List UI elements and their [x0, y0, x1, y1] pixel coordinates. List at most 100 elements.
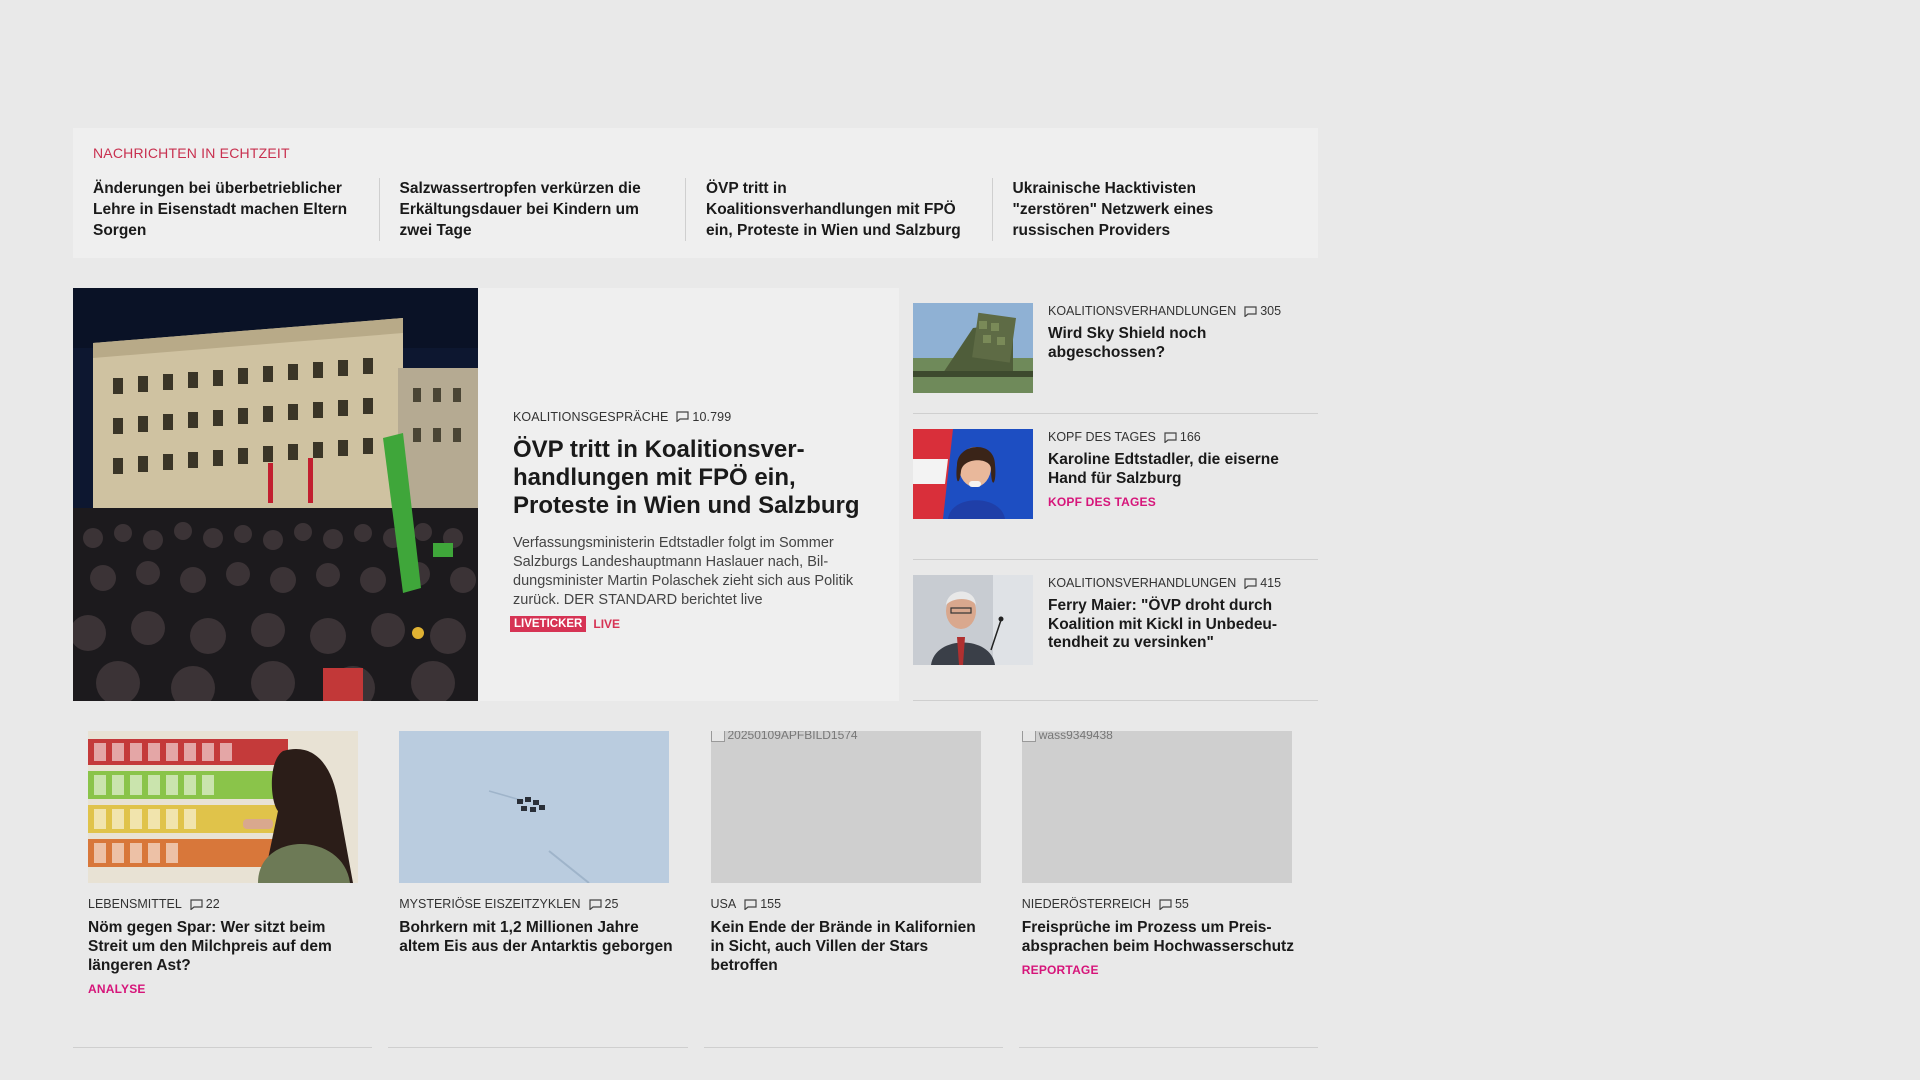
side-kicker-label: KOALITIONSVERHANDLUNGEN [1048, 304, 1237, 318]
edtstadler-photo [913, 429, 1033, 519]
divider [1018, 1047, 1318, 1048]
side-kicker-label: KOPF DES TAGES [1048, 430, 1156, 444]
comment-count[interactable]: 166 [1164, 430, 1201, 444]
card-kicker: LEBENSMITTEL 22 [88, 897, 369, 911]
rubric-label: KOPF DES TAGES [1048, 495, 1156, 509]
lead-tags: LIVETICKER LIVE [510, 615, 865, 632]
maier-photo [913, 575, 1033, 665]
broken-image-alt: 20250109APFBILD1574 [710, 731, 858, 742]
lead-body: KOALITIONSGESPRÄCHE 10.799 ÖVP tritt in … [478, 288, 899, 701]
side-article-title[interactable]: Karoline Edtstadler, die eiserne Hand fü… [1048, 451, 1318, 488]
article-card[interactable]: MYSTERIÖSE EISZEITZYKLEN 25 Bohrkern mit… [384, 731, 695, 996]
side-article-image[interactable] [913, 429, 1033, 519]
card-kicker-label: MYSTERIÖSE EISZEITZYKLEN [399, 897, 581, 911]
side-article-list: KOALITIONSVERHANDLUNGEN 305 Wird Sky Shi… [913, 288, 1318, 701]
comment-count-value: 166 [1179, 430, 1201, 444]
card-title[interactable]: Nöm gegen Spar: Wer sitzt beim Streit um… [88, 918, 369, 975]
card-kicker-label: NIEDERÖSTERREICH [1021, 897, 1151, 911]
side-article-title[interactable]: Wird Sky Shield noch abgeschossen? [1048, 325, 1318, 362]
side-kicker-label: KOALITIONSVERHANDLUNGEN [1048, 576, 1237, 590]
comment-icon [1159, 898, 1172, 910]
comment-count-value: 155 [760, 897, 782, 911]
side-article[interactable]: KOALITIONSVERHANDLUNGEN 305 Wird Sky Shi… [913, 288, 1318, 414]
side-kicker: KOALITIONSVERHANDLUNGEN 305 [1048, 304, 1318, 318]
comment-count-value: 415 [1260, 576, 1282, 590]
comment-count-value: 305 [1260, 304, 1282, 318]
rubric-label: ANALYSE [88, 982, 146, 996]
rubric-label: REPORTAGE [1021, 963, 1099, 977]
lead-title[interactable]: ÖVP tritt in Koalitionsver­handlungen mi… [513, 436, 865, 520]
comment-count[interactable]: 10.799 [676, 410, 731, 424]
card-kicker: NIEDERÖSTERREICH 55 [1022, 897, 1303, 911]
card-image[interactable] [399, 731, 670, 883]
comment-count[interactable]: 55 [1159, 897, 1189, 911]
card-kicker: USA 155 [711, 897, 992, 911]
side-article-text: KOALITIONSVERHANDLUNGEN 305 Wird Sky Shi… [1048, 303, 1318, 413]
side-article-image[interactable] [913, 303, 1033, 393]
comment-count[interactable]: 305 [1244, 304, 1281, 318]
lead-teaser: Verfassungsministerin Edtstadler folgt i… [513, 534, 854, 608]
card-image[interactable]: wass9349438 [1021, 731, 1292, 883]
article-card[interactable]: wass9349438 NIEDERÖSTERREICH 55 Freisprü… [1007, 731, 1318, 996]
ticker-item[interactable]: Salzwassertropfen verkürzen die Er­kältu… [378, 178, 686, 241]
comment-count[interactable]: 415 [1244, 576, 1281, 590]
side-article[interactable]: KOALITIONSVERHANDLUNGEN 415 Ferry Maier:… [913, 560, 1318, 701]
article-card[interactable]: LEBENSMITTEL 22 Nöm gegen Spar: Wer sitz… [73, 731, 384, 996]
skyshield-photo [913, 303, 1033, 393]
live-label: LIVE [593, 616, 621, 631]
side-article-text: KOPF DES TAGES 166 Karoline Edtstadler, … [1048, 429, 1318, 559]
ticker-list: Änderungen bei überbetrieblicher Lehre i… [93, 178, 1298, 241]
card-kicker: MYSTERIÖSE EISZEITZYKLEN 25 [399, 897, 680, 911]
comment-icon [676, 411, 690, 422]
ticker-item[interactable]: Ukrainische Hacktivisten "zerstören" Net… [991, 178, 1299, 241]
comment-count-value: 55 [1174, 897, 1189, 911]
side-kicker: KOPF DES TAGES 166 [1048, 430, 1318, 444]
side-article[interactable]: KOPF DES TAGES 166 Karoline Edtstadler, … [913, 414, 1318, 560]
divider [73, 1047, 373, 1048]
comment-count[interactable]: 25 [588, 897, 619, 911]
comment-icon [190, 898, 203, 910]
comment-count-value: 22 [205, 897, 220, 911]
broken-image-alt: wass9349438 [1021, 731, 1113, 742]
side-kicker: KOALITIONSVERHANDLUNGEN 415 [1048, 576, 1318, 590]
comment-icon [588, 898, 602, 910]
antarctica-photo [399, 731, 670, 883]
comment-count[interactable]: 155 [744, 897, 781, 911]
supermarket-photo [88, 731, 358, 883]
comment-icon [1244, 577, 1257, 589]
article-card[interactable]: 20250109APFBILD1574 USA 155 Kein Ende de… [696, 731, 1007, 996]
news-ticker: NACHRICHTEN IN ECHTZEIT Änderungen bei ü… [73, 128, 1318, 258]
comment-icon [1164, 431, 1177, 443]
card-title[interactable]: Bohrkern mit 1,2 Millionen Jahre altem E… [399, 918, 680, 956]
image-alt-text: 20250109APFBILD1574 [727, 731, 858, 742]
comment-count-value: 10.799 [692, 409, 732, 424]
card-kicker-label: USA [710, 897, 737, 911]
lead-image[interactable] [73, 288, 478, 701]
image-alt-text: wass9349438 [1038, 731, 1113, 742]
comment-icon [744, 898, 757, 910]
card-title[interactable]: Freisprüche im Prozess um Preis­absprach… [1022, 918, 1303, 956]
card-image[interactable] [88, 731, 358, 883]
card-title[interactable]: Kein Ende der Brände in Kalifornien in S… [711, 918, 992, 975]
lead-kicker-label: KOALITIONSGESPRÄCHE [513, 409, 669, 424]
side-article-image[interactable] [913, 575, 1033, 665]
ticker-label: NACHRICHTEN IN ECHTZEIT [93, 145, 290, 161]
comment-count-value: 25 [604, 897, 619, 911]
broken-image-icon [710, 731, 725, 742]
side-article-title[interactable]: Ferry Maier: "ÖVP droht durch Koalition … [1048, 597, 1318, 653]
lead-kicker: KOALITIONSGESPRÄCHE 10.799 [513, 410, 865, 424]
ticker-item[interactable]: Änderungen bei überbetrieblicher Lehre i… [93, 178, 379, 241]
lead-photo-crowd [73, 288, 478, 701]
side-article-text: KOALITIONSVERHANDLUNGEN 415 Ferry Maier:… [1048, 575, 1318, 700]
card-image[interactable]: 20250109APFBILD1574 [710, 731, 981, 883]
divider [703, 1047, 1003, 1048]
comment-count[interactable]: 22 [190, 897, 220, 911]
article-grid: LEBENSMITTEL 22 Nöm gegen Spar: Wer sitz… [73, 731, 1318, 996]
comment-icon [1244, 305, 1257, 317]
liveticker-badge: LIVETICKER [510, 615, 587, 632]
lead-article[interactable]: KOALITIONSGESPRÄCHE 10.799 ÖVP tritt in … [73, 288, 899, 701]
ticker-item[interactable]: ÖVP tritt in Koalitionsverhandlungen mit… [685, 178, 992, 241]
broken-image-icon [1021, 731, 1036, 742]
divider [388, 1047, 688, 1048]
bottom-dividers [73, 1047, 1318, 1048]
